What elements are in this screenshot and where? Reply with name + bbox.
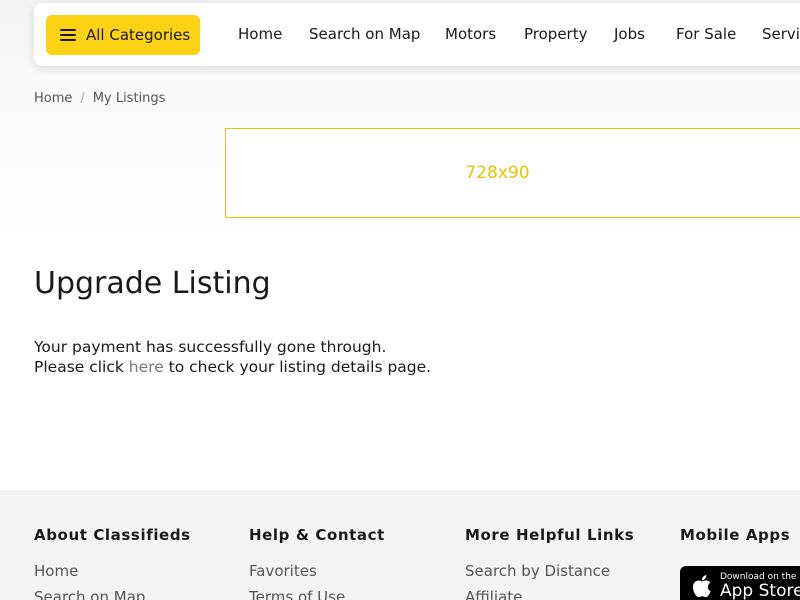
breadcrumb-my-listings[interactable]: My Listings	[93, 91, 166, 106]
all-categories-label: All Categories	[86, 26, 191, 44]
nav-for-sale[interactable]: For Sale	[676, 3, 736, 66]
footer-col-help: Help & Contact Favorites Terms of Use	[249, 526, 385, 600]
nav-services[interactable]: Services	[762, 3, 800, 66]
nav-search-on-map[interactable]: Search on Map	[309, 3, 420, 66]
page-title: Upgrade Listing	[34, 266, 271, 301]
footer-heading-help: Help & Contact	[249, 526, 385, 544]
all-categories-button[interactable]: All Categories	[46, 15, 200, 55]
footer: About Classifieds Home Search on Map Hel…	[0, 490, 800, 600]
footer-link-terms[interactable]: Terms of Use	[249, 588, 385, 600]
footer-heading-mobile-apps: Mobile Apps	[680, 526, 791, 544]
message-line-1: Your payment has successfully gone throu…	[34, 338, 387, 356]
footer-link-search-on-map[interactable]: Search on Map	[34, 588, 191, 600]
footer-heading-more-links: More Helpful Links	[465, 526, 635, 544]
footer-link-search-by-distance[interactable]: Search by Distance	[465, 562, 634, 580]
listing-details-link[interactable]: here	[129, 358, 164, 376]
nav-property[interactable]: Property	[524, 3, 587, 66]
footer-link-affiliate[interactable]: Affiliate	[465, 588, 634, 600]
nav-home[interactable]: Home	[238, 3, 282, 66]
nav-jobs[interactable]: Jobs	[614, 3, 645, 66]
footer-col-more-links: More Helpful Links Search by Distance Af…	[465, 526, 634, 600]
breadcrumb-separator: /	[80, 91, 85, 106]
main-navbar: All Categories Home Search on Map Motors…	[34, 3, 800, 66]
footer-heading-about: About Classifieds	[34, 526, 191, 544]
breadcrumb-home[interactable]: Home	[34, 91, 72, 106]
breadcrumb: Home / My Listings	[34, 91, 165, 106]
app-store-text: Download on the App Store	[720, 572, 800, 600]
ad-banner-label: 728x90	[465, 163, 530, 183]
nav-motors[interactable]: Motors	[445, 3, 496, 66]
message-line-2: Please click here to check your listing …	[34, 357, 431, 377]
message-suffix: to check your listing details page.	[163, 358, 432, 376]
message-prefix: Please click	[34, 358, 129, 376]
footer-link-favorites[interactable]: Favorites	[249, 562, 385, 580]
payment-success-message: Your payment has successfully gone throu…	[34, 337, 431, 377]
footer-col-about: About Classifieds Home Search on Map	[34, 526, 191, 600]
ad-banner[interactable]: 728x90	[225, 128, 800, 218]
footer-link-home[interactable]: Home	[34, 562, 191, 580]
app-store-big-text: App Store	[720, 581, 800, 600]
hamburger-icon	[60, 29, 76, 41]
apple-icon	[692, 575, 711, 598]
app-store-badge[interactable]: Download on the App Store	[680, 566, 800, 600]
footer-col-mobile-apps: Mobile Apps	[680, 526, 790, 544]
